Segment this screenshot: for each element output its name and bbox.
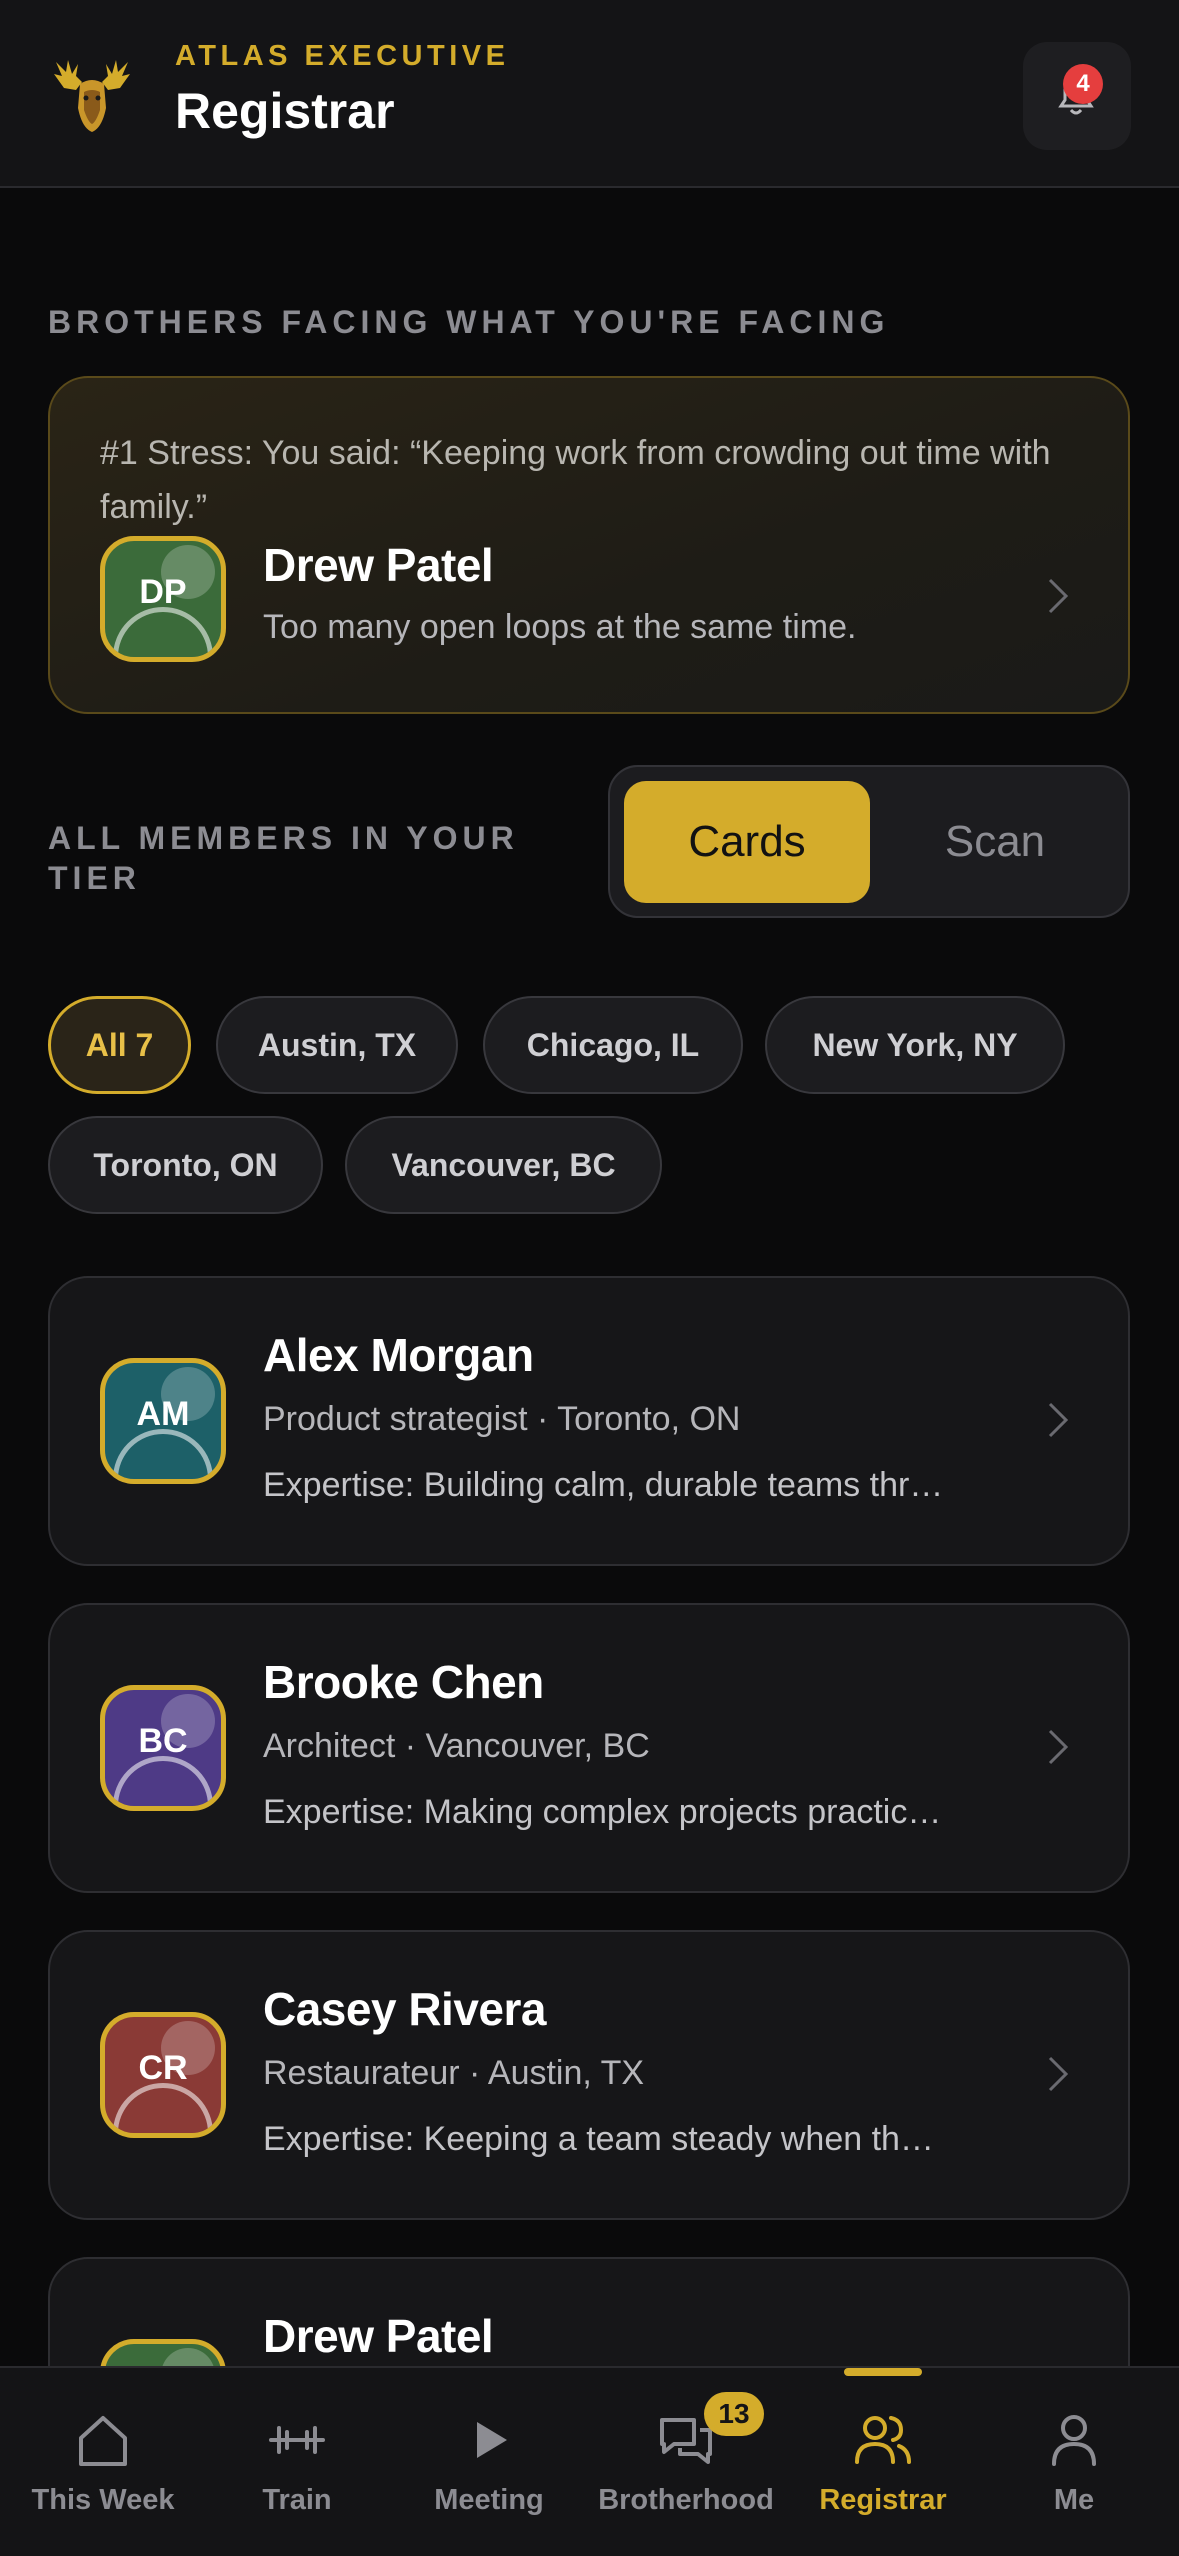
page-title: Registrar	[175, 83, 395, 139]
member-expertise: Expertise: Keeping a team steady when th…	[263, 2120, 934, 2158]
chevron-right-icon	[1048, 1729, 1069, 1765]
view-toggle: Cards Scan	[608, 765, 1130, 918]
member-card[interactable]: BC Brooke Chen Architect · Vancouver, BC…	[48, 1603, 1130, 1893]
members-section-label: ALL MEMBERS IN YOUR TIER	[48, 820, 519, 896]
dumbbell-icon	[269, 2426, 325, 2454]
app-header: ATLAS EXECUTIVE Registrar 4	[0, 0, 1179, 188]
scan-view-button[interactable]: Scan	[872, 781, 1118, 903]
filter-chip-all[interactable]: All 7	[48, 996, 191, 1094]
active-indicator	[844, 2368, 922, 2376]
member-name: Drew Patel	[263, 539, 494, 591]
notifications-button[interactable]: 4	[1023, 42, 1131, 150]
facing-member-card[interactable]: #1 Stress: You said: “Keeping work from …	[48, 376, 1130, 714]
filter-chip-toronto[interactable]: Toronto, ON	[48, 1116, 323, 1214]
nav-label: Me	[1053, 2484, 1095, 2516]
nav-item-meeting[interactable]: Meeting	[388, 2368, 590, 2556]
filter-chip-vancouver[interactable]: Vancouver, BC	[345, 1116, 662, 1214]
filter-chip-austin[interactable]: Austin, TX	[216, 996, 458, 1094]
member-card[interactable]: AM Alex Morgan Product strategist · Toro…	[48, 1276, 1130, 1566]
member-role-location: Product strategist · Toronto, ON	[263, 1400, 741, 1438]
nav-item-train[interactable]: Train	[206, 2368, 388, 2556]
member-name: Alex Morgan	[263, 1329, 534, 1381]
users-icon	[855, 2416, 911, 2464]
chevron-right-icon	[1048, 1402, 1069, 1438]
nav-label: Registrar	[819, 2484, 947, 2516]
nav-label: Meeting	[434, 2484, 544, 2516]
avatar: CR	[100, 2012, 226, 2138]
cards-view-button[interactable]: Cards	[624, 781, 870, 903]
nav-item-me[interactable]: Me	[984, 2368, 1164, 2556]
bottom-nav: This Week Train Meeting 13 Brotherhood R…	[0, 2366, 1179, 2556]
member-role-location: Restaurateur · Austin, TX	[263, 2054, 645, 2092]
play-icon	[477, 2422, 507, 2458]
nav-badge: 13	[704, 2392, 764, 2436]
moose-logo-icon	[54, 60, 130, 132]
filter-chip-chicago[interactable]: Chicago, IL	[483, 996, 743, 1094]
nav-label: This Week	[31, 2484, 175, 2516]
avatar: BC	[100, 1685, 226, 1811]
stress-quote: #1 Stress: You said: “Keeping work from …	[100, 434, 1051, 526]
home-icon	[79, 2416, 127, 2466]
chevron-right-icon	[1048, 578, 1069, 614]
filter-chip-new-york[interactable]: New York, NY	[765, 996, 1065, 1094]
nav-item-brotherhood[interactable]: 13 Brotherhood	[590, 2368, 782, 2556]
member-card[interactable]: CR Casey Rivera Restaurateur · Austin, T…	[48, 1930, 1130, 2220]
nav-label: Brotherhood	[598, 2484, 774, 2516]
avatar: AM	[100, 1358, 226, 1484]
facing-section-label: BROTHERS FACING WHAT YOU'RE FACING	[48, 304, 890, 340]
member-subtitle: Too many open loops at the same time.	[263, 608, 857, 646]
member-name: Drew Patel	[263, 2310, 494, 2362]
chevron-right-icon	[1048, 2056, 1069, 2092]
brand-name: ATLAS EXECUTIVE	[175, 40, 510, 72]
member-role-location: Architect · Vancouver, BC	[263, 1727, 650, 1765]
member-name: Brooke Chen	[263, 1656, 544, 1708]
nav-label: Train	[262, 2484, 332, 2516]
member-expertise: Expertise: Making complex projects pract…	[263, 1793, 942, 1831]
member-expertise: Expertise: Building calm, durable teams …	[263, 1466, 944, 1504]
nav-item-this-week[interactable]: This Week	[0, 2368, 206, 2556]
nav-item-registrar[interactable]: Registrar	[782, 2368, 984, 2556]
notifications-badge: 4	[1063, 64, 1103, 104]
avatar: DP	[100, 536, 226, 662]
member-name: Casey Rivera	[263, 1983, 546, 2035]
person-icon	[1052, 2415, 1096, 2466]
